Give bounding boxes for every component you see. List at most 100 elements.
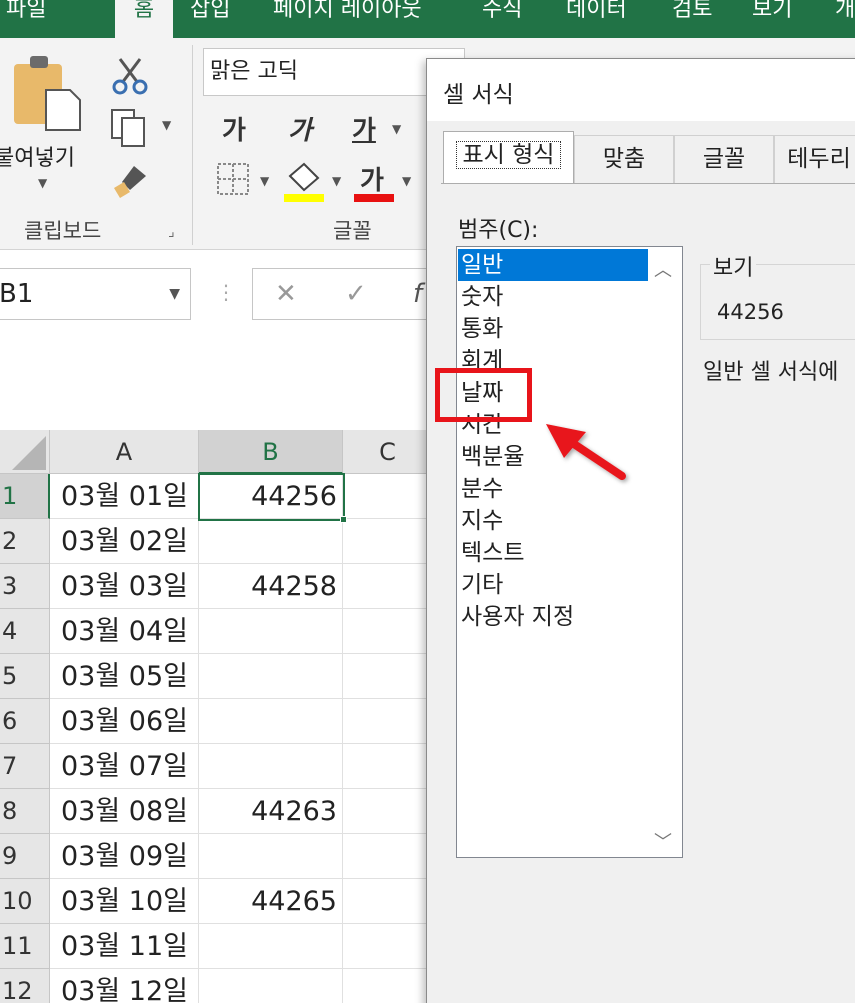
cell-c[interactable] xyxy=(343,519,433,564)
tab-formulas[interactable]: 수식 xyxy=(482,0,522,38)
name-box[interactable]: B1 ▼ xyxy=(0,268,191,320)
tab-file[interactable]: 파일 xyxy=(6,0,46,38)
cell-a[interactable]: 03월 08일 xyxy=(50,789,199,834)
cell-b[interactable] xyxy=(199,924,343,969)
tab-data[interactable]: 데이터 xyxy=(566,0,627,38)
category-item[interactable]: 통화 xyxy=(458,313,648,345)
row-header[interactable]: 8 xyxy=(0,789,50,834)
row-header[interactable]: 12 xyxy=(0,969,50,1003)
tab-more[interactable]: 개 xyxy=(835,0,855,38)
row-header[interactable]: 11 xyxy=(0,924,50,969)
bold-button[interactable]: 가 xyxy=(222,110,246,147)
row-header[interactable]: 3 xyxy=(0,564,50,609)
cell-c[interactable] xyxy=(343,654,433,699)
row-header[interactable]: 4 xyxy=(0,609,50,654)
cell-b[interactable] xyxy=(199,969,343,1003)
tab-border[interactable]: 테두리 xyxy=(774,135,855,183)
row-header[interactable]: 7 xyxy=(0,744,50,789)
cell-a[interactable]: 03월 01일 xyxy=(50,474,199,519)
cell-c[interactable] xyxy=(343,699,433,744)
cell-c[interactable] xyxy=(343,564,433,609)
row-header[interactable]: 1 xyxy=(0,474,50,519)
category-item[interactable]: 지수 xyxy=(458,505,648,537)
tab-review[interactable]: 검토 xyxy=(672,0,712,38)
cell-a[interactable]: 03월 02일 xyxy=(50,519,199,564)
paste-button[interactable]: 붙여넣기 ▼ xyxy=(0,52,95,202)
cell-c[interactable] xyxy=(343,609,433,654)
chevron-down-icon[interactable]: ▼ xyxy=(169,269,180,319)
tab-font[interactable]: 글꼴 xyxy=(674,135,774,183)
formula-bar-grip[interactable]: ⋮ xyxy=(216,280,236,304)
row-header[interactable]: 9 xyxy=(0,834,50,879)
fill-color-button[interactable]: ▼ xyxy=(284,160,344,204)
dialog-launcher-icon[interactable]: ⌟ xyxy=(168,224,175,240)
category-item[interactable]: 사용자 지정 xyxy=(458,601,648,633)
column-header-c[interactable]: C xyxy=(343,430,433,474)
cell-c[interactable] xyxy=(343,474,433,519)
scroll-up-icon[interactable]: ︿ xyxy=(648,256,678,282)
chevron-down-icon[interactable]: ▼ xyxy=(260,174,269,188)
cell-c[interactable] xyxy=(343,924,433,969)
chevron-down-icon[interactable]: ▼ xyxy=(392,122,401,136)
tab-insert[interactable]: 삽입 xyxy=(190,0,230,38)
column-header-b[interactable]: B xyxy=(199,430,343,474)
cell-a[interactable]: 03월 09일 xyxy=(50,834,199,879)
cell-a[interactable]: 03월 07일 xyxy=(50,744,199,789)
category-item[interactable]: 기타 xyxy=(458,569,648,601)
cell-a[interactable]: 03월 12일 xyxy=(50,969,199,1003)
tab-home[interactable]: 홈 xyxy=(115,0,173,38)
cell-a[interactable]: 03월 03일 xyxy=(50,564,199,609)
cell-a[interactable]: 03월 11일 xyxy=(50,924,199,969)
row-header[interactable]: 6 xyxy=(0,699,50,744)
cell-b[interactable] xyxy=(199,519,343,564)
cell-b[interactable] xyxy=(199,834,343,879)
enter-button[interactable]: ✓ xyxy=(345,279,367,309)
scroll-down-icon[interactable]: ﹀ xyxy=(648,828,678,854)
cell-c[interactable] xyxy=(343,744,433,789)
underline-button[interactable]: 가 xyxy=(352,110,376,147)
cell-a[interactable]: 03월 05일 xyxy=(50,654,199,699)
cut-button[interactable] xyxy=(110,55,150,95)
row-header[interactable]: 5 xyxy=(0,654,50,699)
cell-a[interactable]: 03월 10일 xyxy=(50,879,199,924)
select-all-corner[interactable] xyxy=(0,430,50,474)
cell-a[interactable]: 03월 06일 xyxy=(50,699,199,744)
cell-c[interactable] xyxy=(343,879,433,924)
format-painter-button[interactable] xyxy=(110,162,150,202)
cell-c[interactable] xyxy=(343,969,433,1003)
cell-a[interactable]: 03월 04일 xyxy=(50,609,199,654)
cancel-button[interactable]: ✕ xyxy=(275,279,297,309)
cell-b[interactable]: 44263 xyxy=(199,789,343,834)
font-group-label: 글꼴 xyxy=(333,219,372,243)
insert-function-button[interactable]: f xyxy=(413,279,422,309)
cell-c[interactable] xyxy=(343,789,433,834)
tab-alignment[interactable]: 맞춤 xyxy=(574,135,674,183)
row-header[interactable]: 2 xyxy=(0,519,50,564)
cell-c[interactable] xyxy=(343,834,433,879)
cell-b[interactable] xyxy=(199,699,343,744)
font-color-button[interactable]: 가 ▼ xyxy=(354,160,424,204)
tab-view[interactable]: 보기 xyxy=(752,0,792,38)
cell-b[interactable] xyxy=(199,654,343,699)
cell-b[interactable]: 44258 xyxy=(199,564,343,609)
italic-button[interactable]: 가 xyxy=(288,110,312,147)
dialog-titlebar[interactable]: 셀 서식 xyxy=(427,59,855,121)
category-item[interactable]: 텍스트 xyxy=(458,537,648,569)
borders-button[interactable]: ▼ xyxy=(216,162,276,202)
chevron-down-icon[interactable]: ▼ xyxy=(402,174,411,188)
category-item[interactable]: 숫자 xyxy=(458,281,648,313)
cell-b[interactable] xyxy=(199,609,343,654)
chevron-down-icon[interactable]: ▼ xyxy=(332,174,341,188)
tab-number-format[interactable]: 표시 형식 xyxy=(443,131,574,184)
fill-handle[interactable] xyxy=(340,516,347,523)
category-item[interactable]: 일반 xyxy=(458,249,648,281)
row-header[interactable]: 10 xyxy=(0,879,50,924)
tab-page-layout[interactable]: 페이지 레이아웃 xyxy=(273,0,422,38)
chevron-down-icon[interactable]: ▼ xyxy=(162,118,171,132)
chevron-down-icon[interactable]: ▼ xyxy=(38,176,47,190)
column-header-a[interactable]: A xyxy=(50,430,199,474)
cell-b[interactable] xyxy=(199,744,343,789)
borders-icon xyxy=(217,163,249,195)
copy-button[interactable]: ▼ xyxy=(110,108,180,148)
cell-b[interactable]: 44265 xyxy=(199,879,343,924)
